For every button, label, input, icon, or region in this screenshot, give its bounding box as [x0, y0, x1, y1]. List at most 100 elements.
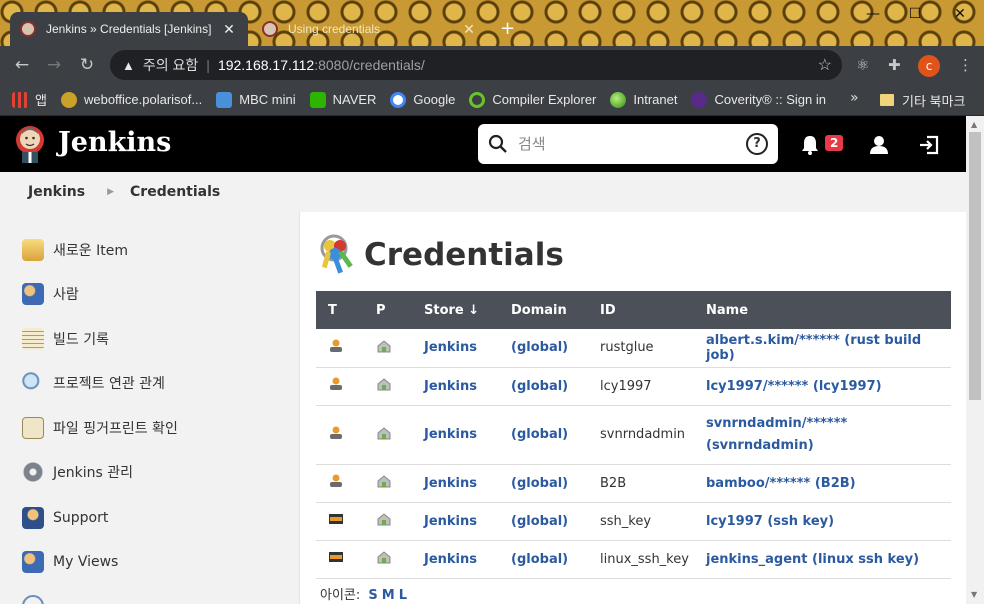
page-scrollbar[interactable]: ▲ ▼ [966, 116, 984, 604]
column-header-type[interactable]: T [316, 291, 364, 329]
bookmark-mbc-mini[interactable]: MBC mini [216, 91, 296, 108]
table-row: Jenkins (global) rustglue albert.s.kim/*… [316, 329, 951, 368]
omnibox-separator: | [206, 57, 210, 73]
store-link[interactable]: Jenkins [412, 540, 499, 579]
sidebar-item-label: My Views [53, 554, 119, 570]
sidebar-item-build-history[interactable]: 빌드 기록 [22, 328, 109, 350]
sidebar-item-new-item[interactable]: 새로운 Item [22, 239, 128, 261]
ssh-key-credential-icon [329, 514, 343, 524]
other-bookmarks[interactable]: 기타 북마크 [880, 84, 965, 116]
bookmark-compiler-explorer[interactable]: Compiler Explorer [469, 91, 596, 108]
browser-tab-active[interactable]: Jenkins » Credentials [Jenkins] ✕ [10, 12, 248, 46]
credential-name-link[interactable]: svnrndadmin/****** (svnrndadmin) [694, 405, 951, 465]
user-credential-icon [330, 339, 342, 352]
tab-close-icon[interactable]: ✕ [460, 21, 478, 38]
breadcrumb-credentials[interactable]: Credentials [130, 184, 220, 200]
forward-arrow-icon[interactable]: → [44, 55, 64, 75]
domain-link[interactable]: (global) [499, 540, 588, 579]
react-devtools-icon[interactable]: ⚛ [856, 56, 869, 74]
sidebar-item-project-relationship[interactable]: 프로젝트 연관 관계 [22, 372, 165, 394]
credential-name-link[interactable]: lcy1997/****** (lcy1997) [694, 367, 951, 406]
tab-close-icon[interactable]: ✕ [220, 21, 238, 38]
back-arrow-icon[interactable]: ← [12, 55, 32, 75]
column-header-name[interactable]: Name [694, 291, 951, 329]
help-icon[interactable]: ? [746, 133, 768, 155]
url-host: 192.168.17.112 [217, 57, 315, 73]
bookmark-apps[interactable]: 앱 [12, 90, 47, 109]
jenkins-favicon-icon [20, 21, 36, 37]
browser-menu-icon[interactable]: ⋮ [958, 56, 973, 74]
security-warning-text: 주의 요함 [142, 57, 199, 73]
credential-id: ssh_key [588, 502, 694, 541]
column-header-id[interactable]: ID [588, 291, 694, 329]
credential-name-link[interactable]: albert.s.kim/****** (rust build job) [694, 329, 951, 368]
bookmark-coverity[interactable]: Coverity® :: Sign in [691, 91, 826, 108]
new-tab-icon[interactable]: + [500, 18, 515, 39]
domain-link[interactable]: (global) [499, 329, 588, 368]
support-icon [22, 507, 44, 529]
credential-name-link[interactable]: bamboo/****** (B2B) [694, 464, 951, 503]
user-icon[interactable] [868, 134, 890, 156]
store-link[interactable]: Jenkins [412, 405, 499, 465]
sidebar-item-truncated[interactable] [22, 595, 53, 604]
sidebar-item-label: 프로젝트 연관 관계 [53, 376, 165, 392]
profile-avatar[interactable]: c [918, 55, 940, 77]
store-link[interactable]: Jenkins [412, 502, 499, 541]
bookmark-intranet[interactable]: Intranet [610, 91, 677, 108]
omnibox[interactable]: ▲ 주의 요함 | 192.168.17.112 :8080/credentia… [110, 50, 842, 80]
browser-tab-inactive[interactable]: Using credentials ✕ [252, 12, 488, 46]
sidebar-item-label: 빌드 기록 [53, 332, 109, 348]
icon-size-large-link[interactable]: L [399, 588, 407, 603]
logout-icon[interactable] [918, 134, 940, 156]
bookmark-weboffice[interactable]: weboffice.polarisof... [60, 91, 202, 108]
domain-link[interactable]: (global) [499, 405, 588, 465]
minimize-icon[interactable]: — [858, 6, 888, 22]
notification-bell-icon[interactable] [799, 134, 821, 156]
extensions-puzzle-icon[interactable]: ✚ [888, 56, 901, 74]
system-store-icon [377, 340, 391, 353]
icon-size-small-link[interactable]: S [368, 588, 377, 603]
credential-id: svnrndadmin [588, 405, 694, 465]
icon-size-label: 아이콘: [320, 588, 361, 603]
system-store-icon [377, 475, 391, 488]
scroll-down-arrow-icon[interactable]: ▼ [971, 590, 977, 599]
sidebar-item-support[interactable]: Support [22, 507, 108, 529]
icon-size-medium-link[interactable]: M [382, 588, 395, 603]
notification-count-badge[interactable]: 2 [825, 135, 844, 151]
column-header-domain[interactable]: Domain [499, 291, 588, 329]
breadcrumb-jenkins[interactable]: Jenkins [28, 184, 85, 200]
partial-icon [22, 595, 44, 604]
jenkins-brand[interactable]: Jenkins [58, 127, 171, 158]
sidebar-item-fingerprint[interactable]: 파일 핑거프린트 확인 [22, 417, 178, 439]
column-header-provider[interactable]: P [364, 291, 412, 329]
window-close-icon[interactable]: ✕ [945, 6, 975, 22]
column-header-store[interactable]: Store ↓ [412, 291, 499, 329]
sidebar-item-label: Jenkins 관리 [53, 465, 133, 481]
maximize-icon[interactable]: ☐ [900, 6, 930, 22]
tab-title: Using credentials [288, 22, 381, 36]
store-link[interactable]: Jenkins [412, 464, 499, 503]
bookmark-naver[interactable]: NAVER [309, 91, 376, 108]
sidebar-item-people[interactable]: 사람 [22, 283, 79, 305]
scroll-up-arrow-icon[interactable]: ▲ [971, 120, 977, 129]
sidebar-item-my-views[interactable]: My Views [22, 551, 118, 573]
breadcrumb: Jenkins ▶ Credentials [0, 172, 966, 212]
bookmark-star-icon[interactable]: ☆ [818, 55, 832, 75]
scroll-thumb[interactable] [969, 132, 981, 400]
google-icon [390, 91, 407, 108]
store-link[interactable]: Jenkins [412, 367, 499, 406]
store-link[interactable]: Jenkins [412, 329, 499, 368]
domain-link[interactable]: (global) [499, 464, 588, 503]
reload-icon[interactable]: ↻ [77, 55, 97, 75]
domain-link[interactable]: (global) [499, 502, 588, 541]
bookmarks-overflow-icon[interactable]: » [850, 90, 859, 106]
domain-link[interactable]: (global) [499, 367, 588, 406]
search-input[interactable] [518, 135, 746, 153]
side-panel: 새로운 Item 사람 빌드 기록 프로젝트 연관 관계 파일 핑거프린트 확인… [0, 212, 300, 604]
sidebar-item-manage-jenkins[interactable]: Jenkins 관리 [22, 461, 133, 483]
bookmark-google[interactable]: Google [390, 91, 455, 108]
table-row: Jenkins (global) svnrndadmin svnrndadmin… [316, 405, 951, 465]
jenkins-logo-icon[interactable] [14, 124, 46, 164]
credential-name-link[interactable]: lcy1997 (ssh key) [694, 502, 951, 541]
credential-name-link[interactable]: jenkins_agent (linux ssh key) [694, 540, 951, 579]
